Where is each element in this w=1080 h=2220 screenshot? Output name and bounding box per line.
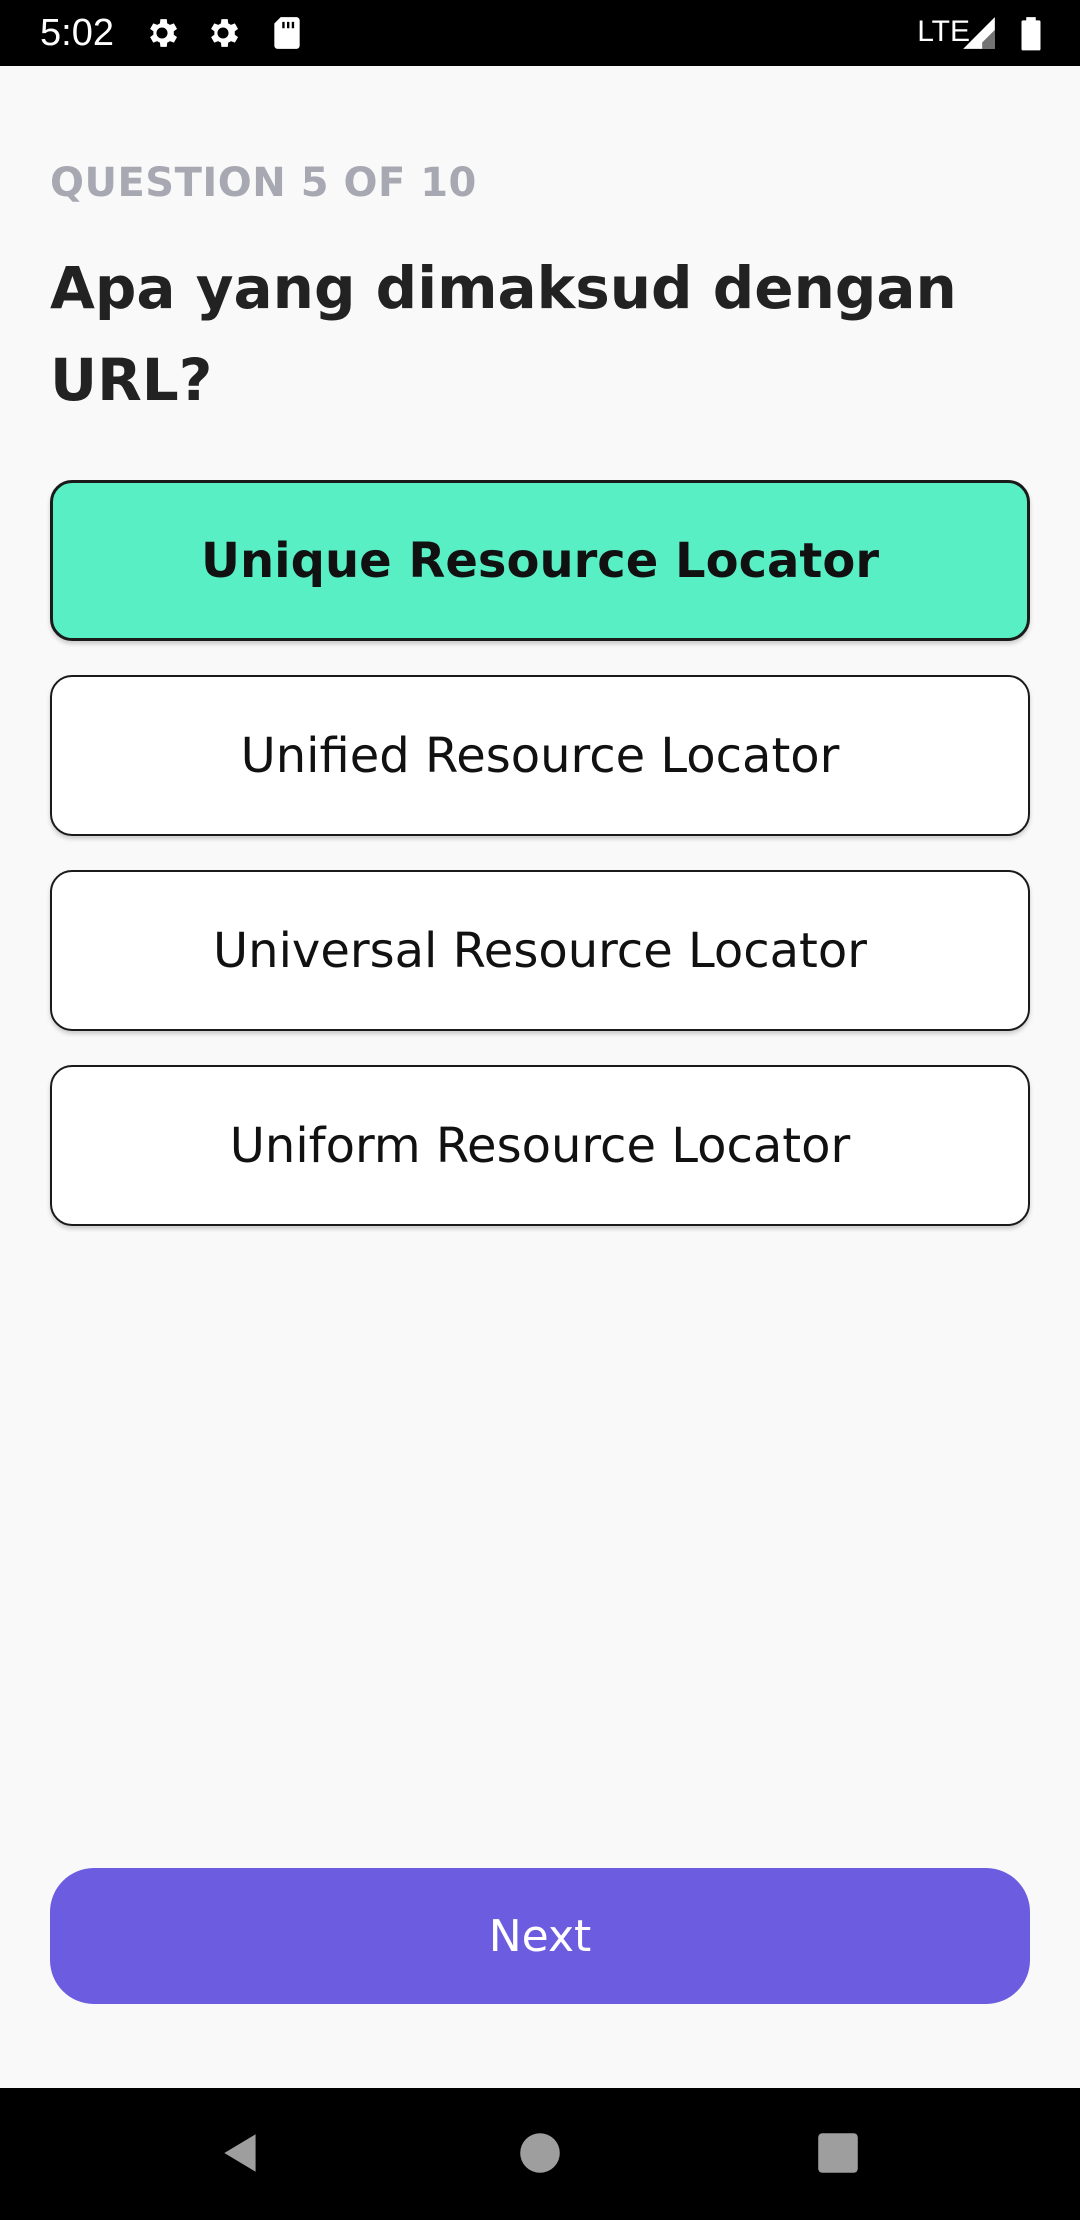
option-label: Uniform Resource Locator	[229, 1117, 851, 1174]
answer-options: Unique Resource Locator Unified Resource…	[50, 480, 1030, 1260]
question-counter: QUESTION 5 OF 10	[50, 160, 477, 206]
question-text: Apa yang dimaksud dengan URL?	[50, 254, 957, 414]
signal-icon	[963, 17, 995, 49]
settings-icon	[150, 19, 178, 47]
back-icon[interactable]	[216, 2128, 266, 2178]
next-button[interactable]: Next	[50, 1868, 1030, 2004]
quiz-screen: QUESTION 5 OF 10 Apa yang dimaksud denga…	[0, 66, 1080, 2088]
status-bar: 5:02 LTE	[0, 0, 1080, 66]
option-uniform-resource-locator[interactable]: Uniform Resource Locator	[50, 1065, 1030, 1226]
battery-icon	[1021, 17, 1041, 51]
navigation-bar	[0, 2088, 1080, 2220]
home-icon[interactable]	[515, 2128, 565, 2178]
option-unique-resource-locator[interactable]: Unique Resource Locator	[50, 480, 1030, 641]
option-label: Unified Resource Locator	[240, 727, 840, 784]
recents-icon[interactable]	[813, 2128, 863, 2178]
sd-card-icon	[274, 17, 300, 49]
option-universal-resource-locator[interactable]: Universal Resource Locator	[50, 870, 1030, 1031]
settings-icon	[211, 19, 239, 47]
option-unified-resource-locator[interactable]: Unified Resource Locator	[50, 675, 1030, 836]
option-label: Universal Resource Locator	[213, 922, 867, 979]
option-label: Unique Resource Locator	[200, 532, 880, 589]
status-time: 5:02	[40, 12, 114, 54]
